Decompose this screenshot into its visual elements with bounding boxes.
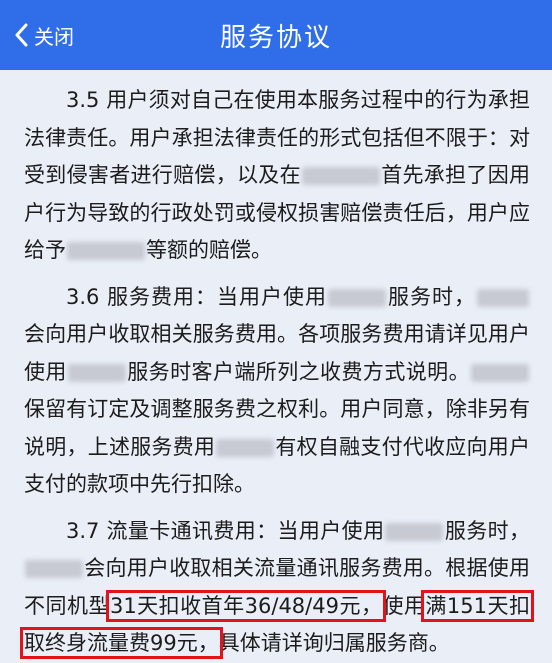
redacted-text: [67, 363, 126, 382]
clause-3-7-text-4: 使用: [382, 593, 426, 618]
agreement-body: 3.5 用户须对自己在使用本服务过程中的行为承担法律责任。用户承担法律责任的形式…: [0, 70, 552, 659]
clause-3-6-text-1: 3.6 服务费用：当用户使用: [66, 284, 328, 309]
redacted-text: [477, 288, 530, 307]
clause-3-5-text-3: 等额的赔偿。: [146, 238, 272, 262]
clause-3-6: 3.6 服务费用：当用户使用 服务时，会向用户收取相关服务费用。各项服务费用请详见…: [24, 279, 530, 504]
clause-3-7-text-5: 具体请详询归属服务商。: [218, 631, 450, 655]
clause-3-6-text-2: 服务时，: [387, 284, 477, 309]
page-title: 服务协议: [219, 22, 332, 53]
close-button[interactable]: 关闭: [14, 0, 74, 70]
redacted-text: [67, 242, 145, 260]
clause-3-7-text-1: 3.7 流量卡通讯费用：当用户使用: [66, 518, 385, 543]
redacted-text: [216, 438, 275, 457]
clause-3-7-text-2: 服务时，: [444, 518, 531, 543]
clause-3-7: 3.7 流量卡通讯费用：当用户使用 服务时，会向用户收取相关流量通讯服务费用。根据…: [20, 513, 534, 663]
chevron-left-icon: [14, 23, 28, 47]
clause-3-6-text-4: 服务时客户端所列之收费方式说明。: [126, 359, 471, 384]
redacted-text: [385, 522, 444, 541]
redacted-text: [301, 167, 380, 185]
highlight-annual-fee: 31天扣收首年36/48/49元，: [105, 589, 387, 622]
clause-3-5: 3.5 用户须对自己在使用本服务过程中的行为承担法律责任。用户承担法律责任的形式…: [24, 82, 530, 270]
redacted-text: [471, 363, 530, 382]
close-label: 关闭: [34, 24, 74, 49]
redacted-text: [328, 288, 387, 307]
top-bar: 关闭 服务协议: [0, 0, 552, 70]
redacted-text: [25, 560, 83, 578]
